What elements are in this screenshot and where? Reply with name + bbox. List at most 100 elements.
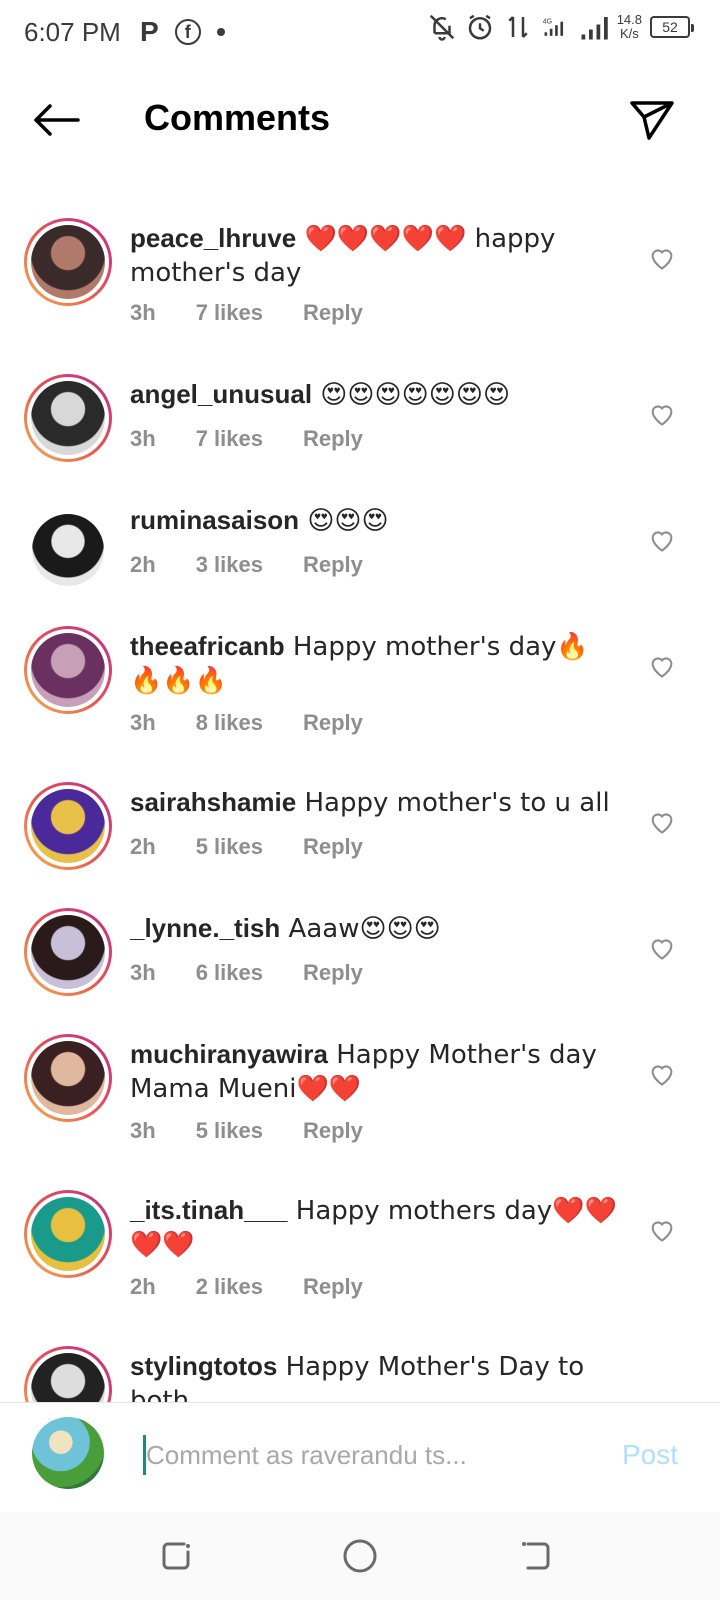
- back-button[interactable]: [28, 95, 84, 145]
- comments-list[interactable]: peace_lhruve ❤️❤️❤️❤️❤️ happy mother's d…: [0, 180, 720, 1402]
- reply-button[interactable]: Reply: [303, 1118, 363, 1144]
- comment-likes[interactable]: 6 likes: [196, 960, 263, 986]
- back-nav-icon: [522, 1542, 550, 1570]
- comment-time: 3h: [130, 300, 156, 325]
- avatar-frame: [27, 629, 109, 711]
- avatar[interactable]: [24, 1034, 112, 1122]
- home-button[interactable]: [336, 1532, 384, 1580]
- notification-icons: P f: [140, 16, 225, 48]
- like-heart-icon[interactable]: [648, 934, 676, 962]
- reply-button[interactable]: Reply: [303, 552, 363, 578]
- avatar[interactable]: [24, 1190, 112, 1278]
- like-heart-icon[interactable]: [648, 808, 676, 836]
- post-button[interactable]: Post: [622, 1439, 678, 1471]
- comment-username[interactable]: stylingtotos: [130, 1351, 277, 1381]
- comment-meta: 3h 6 likes Reply: [130, 960, 403, 986]
- comment-body: 😍😍😍😍😍😍😍: [312, 380, 511, 410]
- avatar-image: [31, 633, 105, 707]
- like-heart-icon[interactable]: [648, 526, 676, 554]
- comment-meta: 2h 3 likes Reply: [130, 552, 403, 578]
- comment-username[interactable]: sairahshamie: [130, 787, 296, 817]
- back-nav-button[interactable]: [512, 1532, 560, 1580]
- comment-username[interactable]: peace_lhruve: [130, 223, 296, 253]
- avatar-image: [31, 1197, 105, 1271]
- home-circle-icon: [343, 1539, 377, 1573]
- comment-username[interactable]: _lynne._tish: [130, 913, 280, 943]
- comment-likes[interactable]: 7 likes: [196, 426, 263, 452]
- reply-button[interactable]: Reply: [303, 1274, 363, 1300]
- reply-button[interactable]: Reply: [303, 710, 363, 736]
- comment-meta: 3h 7 likes Reply: [130, 426, 403, 452]
- comment-body: 😍😍😍: [299, 506, 389, 536]
- comment-likes[interactable]: 8 likes: [196, 710, 263, 736]
- comment-time: 2h: [130, 1274, 156, 1299]
- comment-time: 3h: [130, 426, 156, 451]
- arrow-left-icon: [34, 104, 80, 136]
- facebook-icon: f: [174, 19, 201, 45]
- recents-button[interactable]: [152, 1532, 200, 1580]
- avatar[interactable]: [24, 908, 112, 996]
- comment-text: angel_unusual 😍😍😍😍😍😍😍: [130, 378, 620, 412]
- comment-username[interactable]: _its.tinah___: [130, 1195, 288, 1225]
- avatar-frame: [27, 377, 109, 459]
- comment-meta: 3h 5 likes Reply: [130, 1118, 403, 1144]
- like-heart-icon[interactable]: [648, 1216, 676, 1244]
- comment-input[interactable]: [146, 1429, 586, 1481]
- comment-username[interactable]: theeafricanb: [130, 631, 285, 661]
- recents-icon: [162, 1542, 190, 1570]
- avatar-frame: [27, 1037, 109, 1119]
- avatar-image: [31, 1353, 105, 1402]
- system-icons: 4G 14.8 K/s 52: [427, 12, 694, 42]
- signal-4g-icon: 4G: [542, 18, 563, 36]
- speed-unit: K/s: [619, 26, 639, 41]
- avatar-frame: [27, 1349, 109, 1402]
- comment-body: Aaaw😍😍😍: [280, 914, 441, 944]
- avatar-frame: [27, 1193, 109, 1275]
- comment-time: 2h: [130, 834, 156, 859]
- comment-body: Happy mother's to u all: [296, 788, 610, 818]
- avatar-frame: [27, 911, 109, 993]
- alarm-icon: [468, 14, 491, 40]
- comment-meta: 3h 7 likes Reply: [130, 300, 403, 326]
- network-speed: 14.8 K/s: [617, 13, 642, 41]
- speed-value: 14.8: [616, 12, 642, 27]
- like-heart-icon[interactable]: [648, 1060, 676, 1088]
- comment-likes[interactable]: 5 likes: [196, 1118, 263, 1144]
- reply-button[interactable]: Reply: [303, 300, 363, 326]
- avatar-frame: [27, 785, 109, 867]
- header: Comments: [0, 70, 720, 170]
- network-label: 4G: [542, 18, 551, 25]
- like-heart-icon[interactable]: [648, 652, 676, 680]
- avatar-image: [31, 1041, 105, 1115]
- avatar-image: [31, 225, 105, 299]
- avatar-image: [31, 381, 105, 455]
- like-heart-icon[interactable]: [648, 244, 676, 272]
- status-time: 6:07 PM: [24, 17, 121, 47]
- comment-likes[interactable]: 7 likes: [196, 300, 263, 326]
- avatar[interactable]: [24, 626, 112, 714]
- avatar[interactable]: [24, 506, 112, 594]
- comment-username[interactable]: angel_unusual: [130, 379, 312, 409]
- reply-button[interactable]: Reply: [303, 426, 363, 452]
- comment-username[interactable]: muchiranyawira: [130, 1039, 328, 1069]
- comment-likes[interactable]: 2 likes: [196, 1274, 263, 1300]
- avatar-image: [31, 915, 105, 989]
- comment-username[interactable]: ruminasaison: [130, 505, 299, 535]
- comment-time: 3h: [130, 960, 156, 985]
- signal-icon: [581, 17, 608, 40]
- comment-meta: 3h 8 likes Reply: [130, 710, 403, 736]
- like-heart-icon[interactable]: [648, 400, 676, 428]
- comment-text: stylingtotos Happy Mother's Day to both: [130, 1350, 620, 1402]
- avatar-frame: [27, 221, 109, 303]
- comment-likes[interactable]: 5 likes: [196, 834, 263, 860]
- avatar[interactable]: [24, 374, 112, 462]
- avatar[interactable]: [24, 218, 112, 306]
- avatar[interactable]: [24, 782, 112, 870]
- reply-button[interactable]: Reply: [303, 960, 363, 986]
- avatar[interactable]: [24, 1346, 112, 1402]
- comment-likes[interactable]: 3 likes: [196, 552, 263, 578]
- share-button[interactable]: [624, 92, 680, 148]
- p-icon: P: [140, 16, 159, 47]
- reply-button[interactable]: Reply: [303, 834, 363, 860]
- comment-meta: 2h 2 likes Reply: [130, 1274, 403, 1300]
